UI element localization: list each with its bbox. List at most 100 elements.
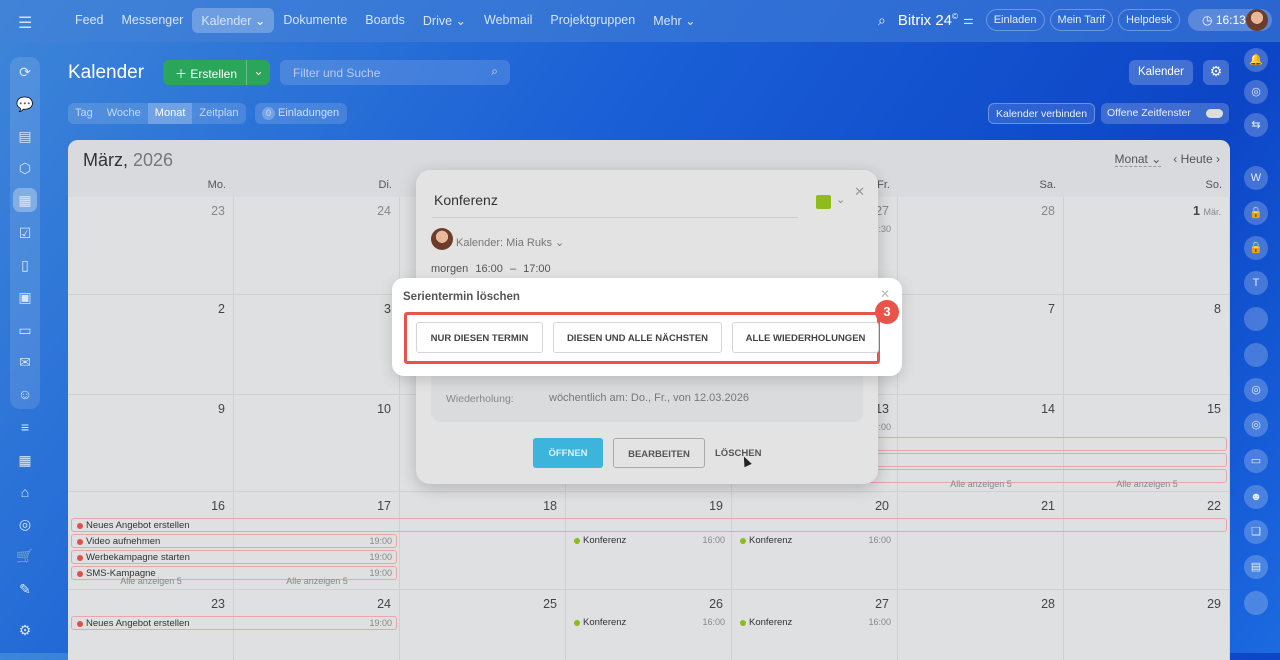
day-cell[interactable]: 21 <box>898 492 1064 590</box>
tab-week[interactable]: Woche <box>100 103 148 124</box>
show-all-link[interactable]: Alle anzeigen 5 <box>898 479 1064 489</box>
invitations-button[interactable]: 0 Einladungen <box>255 103 348 124</box>
day-cell[interactable]: 28 <box>898 197 1064 295</box>
activity-icon[interactable]: ⟳ <box>13 60 37 84</box>
nav-webmail[interactable]: Webmail <box>475 8 541 33</box>
copilot-icon[interactable]: ◎ <box>1244 80 1268 104</box>
save-icon[interactable]: ▤ <box>1244 555 1268 579</box>
nav-feed[interactable]: Feed <box>66 8 113 33</box>
show-all-link[interactable]: Alle anzeigen 5 <box>1064 479 1230 489</box>
day-cell[interactable]: 7 <box>898 295 1064 395</box>
lock-icon[interactable]: 🔒 <box>1244 236 1268 260</box>
board-icon[interactable]: ▣ <box>13 285 37 309</box>
create-button[interactable]: ＋ Erstellen ⌄ <box>163 60 270 85</box>
delete-all-button[interactable]: ALLE WIEDERHOLUNGEN <box>732 322 879 353</box>
settings-icon[interactable]: ⚙ <box>13 618 37 642</box>
calendar-event[interactable]: Konferenz 16:00 <box>569 534 729 548</box>
nav-mehr[interactable]: Mehr ⌄ <box>644 8 704 33</box>
hexagon-icon[interactable]: ⬡ <box>13 156 37 180</box>
search-input[interactable]: Filter und Suche ⌕ <box>280 60 510 85</box>
chat-icon[interactable]: ▭ <box>1244 449 1268 473</box>
planner-icon[interactable]: ▦ <box>13 448 37 472</box>
nav-kalender[interactable]: Kalender ⌄ <box>192 8 275 33</box>
store-icon[interactable]: ⌂ <box>13 480 37 504</box>
today-button[interactable]: Heute <box>1181 152 1213 166</box>
chevron-down-icon[interactable]: ⌄ <box>246 60 270 85</box>
chat-t-icon[interactable]: T <box>1244 271 1268 295</box>
day-cell[interactable]: 29 <box>1064 590 1230 660</box>
contact-avatar[interactable] <box>1244 307 1268 331</box>
connect-calendar-button[interactable]: Kalender verbinden <box>988 103 1096 124</box>
prev-icon[interactable]: ‹ <box>1173 152 1177 166</box>
search-icon[interactable]: ⌕ <box>878 12 886 29</box>
bot-icon[interactable]: ☻ <box>1244 485 1268 509</box>
delete-this-only-button[interactable]: NUR DIESEN TERMIN <box>416 322 543 353</box>
toggle-switch[interactable] <box>1206 109 1223 118</box>
tab-schedule[interactable]: Zeitplan <box>192 103 245 124</box>
signature-icon[interactable]: ✎ <box>13 577 37 601</box>
contact-avatar[interactable] <box>1244 591 1268 615</box>
calendar-event[interactable]: Konferenz 16:00 <box>569 616 729 630</box>
delete-button[interactable]: LÖSCHEN <box>715 448 761 459</box>
chat-icon[interactable]: 💬 <box>13 92 37 116</box>
nav-projektgruppen[interactable]: Projektgruppen <box>541 8 644 33</box>
open-button[interactable]: ÖFFNEN <box>533 438 603 468</box>
invite-button[interactable]: Einladen <box>985 9 1045 31</box>
show-all-link[interactable]: Alle anzeigen 5 <box>234 576 400 586</box>
calendar-event[interactable]: Werbekampagne starten 19:00 <box>71 550 397 564</box>
filter-icon[interactable]: ≡ <box>13 415 37 439</box>
calendar-button[interactable]: Kalender <box>1129 60 1193 85</box>
calendar-owner-select[interactable]: Kalender: Mia Ruks ⌄ <box>456 236 564 249</box>
helpdesk-button[interactable]: Helpdesk <box>1118 9 1180 31</box>
calendar-event[interactable]: Neues Angebot erstellen 19:00 <box>71 616 397 630</box>
contact-avatar[interactable] <box>1244 343 1268 367</box>
day-cell[interactable]: 28 <box>898 590 1064 660</box>
close-icon[interactable]: ✕ <box>854 184 865 200</box>
document-icon[interactable]: ▯ <box>13 253 37 277</box>
nav-drive[interactable]: Drive ⌄ <box>414 8 475 33</box>
menu-icon[interactable]: ☰ <box>18 13 32 33</box>
open-slots-toggle[interactable]: Offene Zeitfenster <box>1101 103 1229 124</box>
day-cell[interactable]: 8 <box>1064 295 1230 395</box>
delete-this-and-following-button[interactable]: DIESEN UND ALLE NÄCHSTEN <box>553 322 722 353</box>
close-icon[interactable]: ✕ <box>880 287 890 301</box>
next-icon[interactable]: › <box>1216 152 1220 166</box>
day-cell[interactable]: 1 Mär. <box>1064 197 1230 295</box>
calendar-icon[interactable]: ▦ <box>13 188 37 212</box>
mail-icon[interactable]: ✉ <box>13 350 37 374</box>
nav-boards[interactable]: Boards <box>356 8 414 33</box>
gear-icon[interactable]: ⚙ <box>1203 60 1229 85</box>
day-cell[interactable]: 25 <box>400 590 566 660</box>
view-select[interactable]: Monat ⌄ <box>1114 152 1162 167</box>
tab-day[interactable]: Tag <box>68 103 100 124</box>
event-title[interactable]: Konferenz <box>434 192 498 208</box>
chat-sync-icon[interactable]: ⇆ <box>1244 113 1268 137</box>
settings-sliders-icon[interactable]: ⚌ <box>963 13 974 27</box>
groups-icon[interactable]: ☺ <box>13 382 37 406</box>
day-cell[interactable]: 3 <box>234 295 400 395</box>
calendar-event[interactable]: Konferenz 16:00 <box>735 534 895 548</box>
day-cell[interactable]: 24 <box>234 197 400 295</box>
copilot-icon[interactable]: ◎ <box>1244 413 1268 437</box>
nav-dokumente[interactable]: Dokumente <box>274 8 356 33</box>
event-color-swatch[interactable] <box>816 195 831 209</box>
bookmark-icon[interactable]: ❏ <box>1244 520 1268 544</box>
lock-icon[interactable]: 🔒 <box>1244 201 1268 225</box>
calendar-event[interactable]: Neues Angebot erstellen <box>71 518 1227 532</box>
day-cell[interactable]: 23 <box>68 197 234 295</box>
edit-button[interactable]: BEARBEITEN <box>613 438 705 468</box>
show-all-link[interactable]: Alle anzeigen 5 <box>68 576 234 586</box>
tab-month[interactable]: Monat <box>147 103 193 124</box>
bell-icon[interactable]: 🔔 <box>1244 48 1268 72</box>
day-cell[interactable]: 9 <box>68 395 234 492</box>
tariff-button[interactable]: Mein Tarif <box>1049 9 1114 31</box>
user-avatar[interactable] <box>1246 9 1268 31</box>
tasks-icon[interactable]: ☑ <box>13 221 37 245</box>
chat-w-icon[interactable]: W <box>1244 166 1268 190</box>
cart-icon[interactable]: 🛒 <box>13 544 37 568</box>
day-cell[interactable]: 2 <box>68 295 234 395</box>
copilot-icon[interactable]: ◎ <box>1244 378 1268 402</box>
chevron-down-icon[interactable]: ⌄ <box>836 193 845 206</box>
nav-messenger[interactable]: Messenger <box>113 8 193 33</box>
drive-icon[interactable]: ▭ <box>13 318 37 342</box>
